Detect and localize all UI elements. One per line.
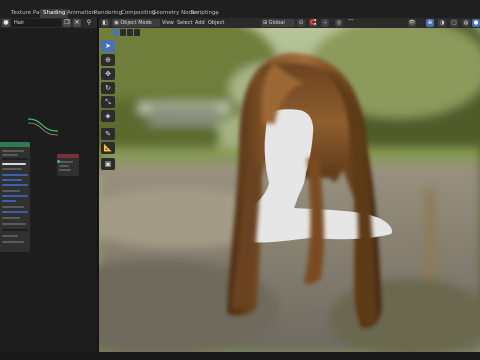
viewport-header: ◧ ▣ Object Mode View Select Add Object ⊞… xyxy=(99,18,480,28)
gizmo-toggle-icon[interactable]: ⊕ xyxy=(426,19,434,27)
add-cube-tool[interactable]: ▣ xyxy=(101,158,115,170)
node-editor-header: ● Hair ❐ ✕ ⚲ xyxy=(0,18,97,28)
pivot-point-icon[interactable]: ⊙ xyxy=(297,19,305,27)
menu-add[interactable]: Add xyxy=(195,19,205,27)
annotate-tool[interactable]: ✎ xyxy=(101,128,115,140)
node-header xyxy=(57,154,79,158)
mode-dropdown[interactable]: ▣ Object Mode xyxy=(112,19,160,27)
falloff-icon[interactable]: ⌒ xyxy=(347,19,355,27)
workspace-tab-bar: Texture Paint Shading Animation Renderin… xyxy=(0,0,480,18)
overlay-toggle-icon[interactable]: ◑ xyxy=(438,19,446,27)
material-preview-shading-icon[interactable]: ● xyxy=(472,19,480,27)
object-mode-icon: ▣ xyxy=(114,20,119,26)
3d-viewport[interactable]: ➤ ⊕ ✥ ↻ ⤡ ◈ ✎ 📐 ▣ xyxy=(99,28,480,352)
visibility-icon[interactable]: 👁 xyxy=(408,19,416,27)
menu-select[interactable]: Select xyxy=(177,19,192,27)
select-subtract-icon[interactable] xyxy=(127,29,133,36)
principled-hair-bsdf-node[interactable] xyxy=(0,142,30,252)
orientation-label: Global xyxy=(268,20,285,26)
select-box-tool[interactable]: ➤ xyxy=(101,40,115,52)
move-tool[interactable]: ✥ xyxy=(101,68,115,80)
snap-icon[interactable]: 🧲 xyxy=(309,19,317,27)
node-editor-canvas[interactable] xyxy=(0,28,97,352)
select-new-icon[interactable] xyxy=(113,29,119,36)
toolbar: ➤ ⊕ ✥ ↻ ⤡ ◈ ✎ 📐 ▣ xyxy=(101,40,117,170)
surface-socket[interactable] xyxy=(57,160,60,163)
orientation-icon: ⊞ xyxy=(263,20,268,26)
snap-target-icon[interactable]: ⊹ xyxy=(321,19,329,27)
material-slot-icon[interactable]: ● xyxy=(2,19,10,27)
duplicate-material-icon[interactable]: ❐ xyxy=(63,19,71,27)
pin-icon[interactable]: ⚲ xyxy=(85,19,93,27)
node-header xyxy=(0,142,30,147)
wireframe-shading-icon[interactable]: ◍ xyxy=(462,19,470,27)
hdri-background xyxy=(99,28,480,352)
transform-orientation-dropdown[interactable]: ⊞ Global xyxy=(261,19,295,27)
material-output-node[interactable] xyxy=(57,154,79,176)
select-invert-icon[interactable] xyxy=(134,29,140,36)
measure-tool[interactable]: 📐 xyxy=(101,142,115,154)
menu-view[interactable]: View xyxy=(162,19,174,27)
select-extend-icon[interactable] xyxy=(120,29,126,36)
transform-tool[interactable]: ◈ xyxy=(101,110,115,122)
mode-label: Object Mode xyxy=(120,20,152,26)
cursor-tool[interactable]: ⊕ xyxy=(101,54,115,66)
status-bar xyxy=(0,352,480,360)
xray-toggle-icon[interactable]: ▢ xyxy=(450,19,458,27)
unlink-material-icon[interactable]: ✕ xyxy=(73,19,81,27)
proportional-edit-icon[interactable]: ◎ xyxy=(335,19,343,27)
scale-tool[interactable]: ⤡ xyxy=(101,96,115,108)
rotate-tool[interactable]: ↻ xyxy=(101,82,115,94)
editor-type-icon[interactable]: ◧ xyxy=(101,19,109,27)
add-workspace-button[interactable]: + xyxy=(214,9,220,18)
menu-object[interactable]: Object xyxy=(208,19,224,27)
selection-mode-buttons xyxy=(113,29,143,36)
material-name-field[interactable]: Hair xyxy=(11,19,61,27)
